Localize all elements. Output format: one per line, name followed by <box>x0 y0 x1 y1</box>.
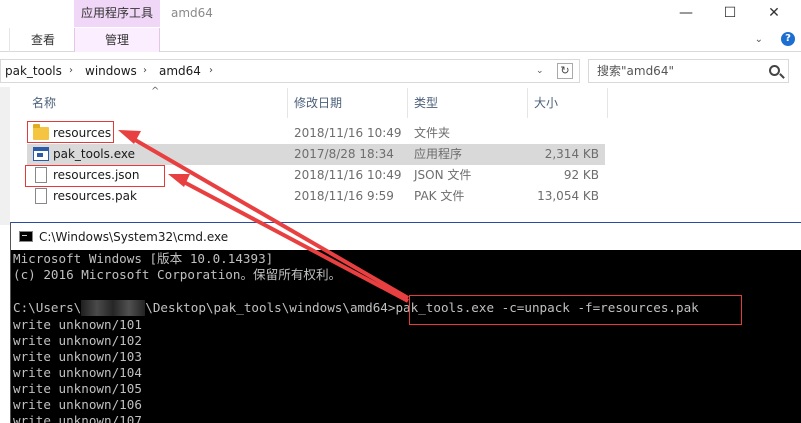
console-output[interactable]: Microsoft Windows [版本 10.0.14393] (c) 20… <box>11 250 801 423</box>
file-name: resources.json <box>53 168 140 182</box>
console-line-copyright: (c) 2016 Microsoft Corporation。保留所有权利。 <box>13 267 342 282</box>
file-type: 文件夹 <box>414 126 451 140</box>
console-line-output: write unknown/101 <box>13 317 142 332</box>
column-header-size[interactable]: 大小 <box>528 88 608 118</box>
tab-view[interactable]: 查看 <box>18 28 68 52</box>
file-modified: 2018/11/16 9:59 <box>294 189 394 203</box>
ribbon-tab-bar: 查看 管理 <box>0 28 801 52</box>
context-tab-app-tools[interactable]: 应用程序工具 <box>74 0 160 27</box>
file-list-header: 名称 修改日期 类型 大小 <box>10 88 800 118</box>
console-line-output: write unknown/105 <box>13 381 142 396</box>
prompt-prefix: C:\Users\ <box>13 300 82 315</box>
prompt-path: \Desktop\pak_tools\windows\amd64> <box>145 300 396 315</box>
window-title: amd64 <box>171 6 213 20</box>
file-row-pak-tools-exe[interactable]: pak_tools.exe 2017/8/28 18:34 应用程序 2,314… <box>27 144 605 165</box>
redacted-username <box>81 300 146 316</box>
breadcrumb-chevron-icon[interactable]: › <box>209 60 213 82</box>
file-modified: 2017/8/28 18:34 <box>294 147 394 161</box>
console-line-output: write unknown/107 <box>13 413 142 423</box>
navigation-pane-edge[interactable] <box>0 87 10 225</box>
cmd-window: C:\Windows\System32\cmd.exe Microsoft Wi… <box>10 222 801 423</box>
file-row-resources[interactable]: resources 2018/11/16 10:49 文件夹 <box>27 123 605 144</box>
console-line-output: write unknown/103 <box>13 349 142 364</box>
console-line-output: write unknown/106 <box>13 397 142 412</box>
address-row: pak_tools › windows › amd64 › ⌄ ↻ 搜索"amd… <box>0 57 801 87</box>
sort-ascending-icon: ^ <box>151 86 160 97</box>
file-row-resources-json[interactable]: resources.json 2018/11/16 10:49 JSON 文件 … <box>27 165 605 186</box>
file-modified: 2018/11/16 10:49 <box>294 168 402 182</box>
document-icon <box>35 188 47 204</box>
minimize-button[interactable]: — <box>664 0 708 27</box>
annotation-box-command <box>409 295 742 325</box>
breadcrumb-windows[interactable]: windows <box>85 60 137 82</box>
ribbon-expand-chevron-icon[interactable]: ⌄ <box>755 34 763 45</box>
address-dropdown-icon[interactable]: ⌄ <box>536 60 544 82</box>
search-placeholder: 搜索"amd64" <box>597 64 674 78</box>
address-bar[interactable]: pak_tools › windows › amd64 › ⌄ ↻ <box>0 59 580 83</box>
search-input[interactable]: 搜索"amd64" <box>588 59 789 83</box>
column-header-type[interactable]: 类型 <box>408 88 528 118</box>
console-line-output: write unknown/102 <box>13 333 142 348</box>
explorer-window: 应用程序工具 amd64 — ☐ ✕ 查看 管理 ⌄ ? pak_tools ›… <box>0 0 801 225</box>
breadcrumb-amd64[interactable]: amd64 <box>159 60 201 82</box>
maximize-button[interactable]: ☐ <box>708 0 752 27</box>
breadcrumb-pak-tools[interactable]: pak_tools <box>5 60 62 82</box>
cmd-title: C:\Windows\System32\cmd.exe <box>39 230 229 244</box>
file-modified: 2018/11/16 10:49 <box>294 126 402 140</box>
console-line-banner: Microsoft Windows [版本 10.0.14393] <box>13 251 274 266</box>
file-name: resources <box>53 126 112 140</box>
file-type: JSON 文件 <box>414 168 472 182</box>
file-name: resources.pak <box>53 189 137 203</box>
tab-partial-left[interactable] <box>0 28 10 52</box>
refresh-icon[interactable]: ↻ <box>557 63 573 79</box>
search-icon[interactable] <box>769 65 780 76</box>
close-button[interactable]: ✕ <box>752 0 796 27</box>
exe-icon <box>33 147 49 161</box>
breadcrumb-chevron-icon[interactable]: › <box>143 60 147 82</box>
tab-manage[interactable]: 管理 <box>74 28 160 52</box>
file-type: PAK 文件 <box>414 189 465 203</box>
console-line-output: write unknown/104 <box>13 365 142 380</box>
help-icon[interactable]: ? <box>781 32 795 46</box>
cmd-titlebar[interactable]: C:\Windows\System32\cmd.exe <box>11 222 801 250</box>
breadcrumb-chevron-icon[interactable]: › <box>69 60 73 82</box>
document-icon <box>35 167 47 183</box>
folder-icon <box>33 124 49 140</box>
file-size: 2,314 KB <box>544 147 599 161</box>
column-header-modified[interactable]: 修改日期 <box>288 88 408 118</box>
explorer-titlebar: 应用程序工具 amd64 — ☐ ✕ <box>0 0 801 28</box>
file-size: 92 KB <box>563 168 599 182</box>
file-size: 13,054 KB <box>537 189 599 203</box>
file-type: 应用程序 <box>414 147 463 161</box>
file-name: pak_tools.exe <box>53 147 135 161</box>
console-icon <box>19 231 33 242</box>
file-row-resources-pak[interactable]: resources.pak 2018/11/16 9:59 PAK 文件 13,… <box>27 186 605 207</box>
